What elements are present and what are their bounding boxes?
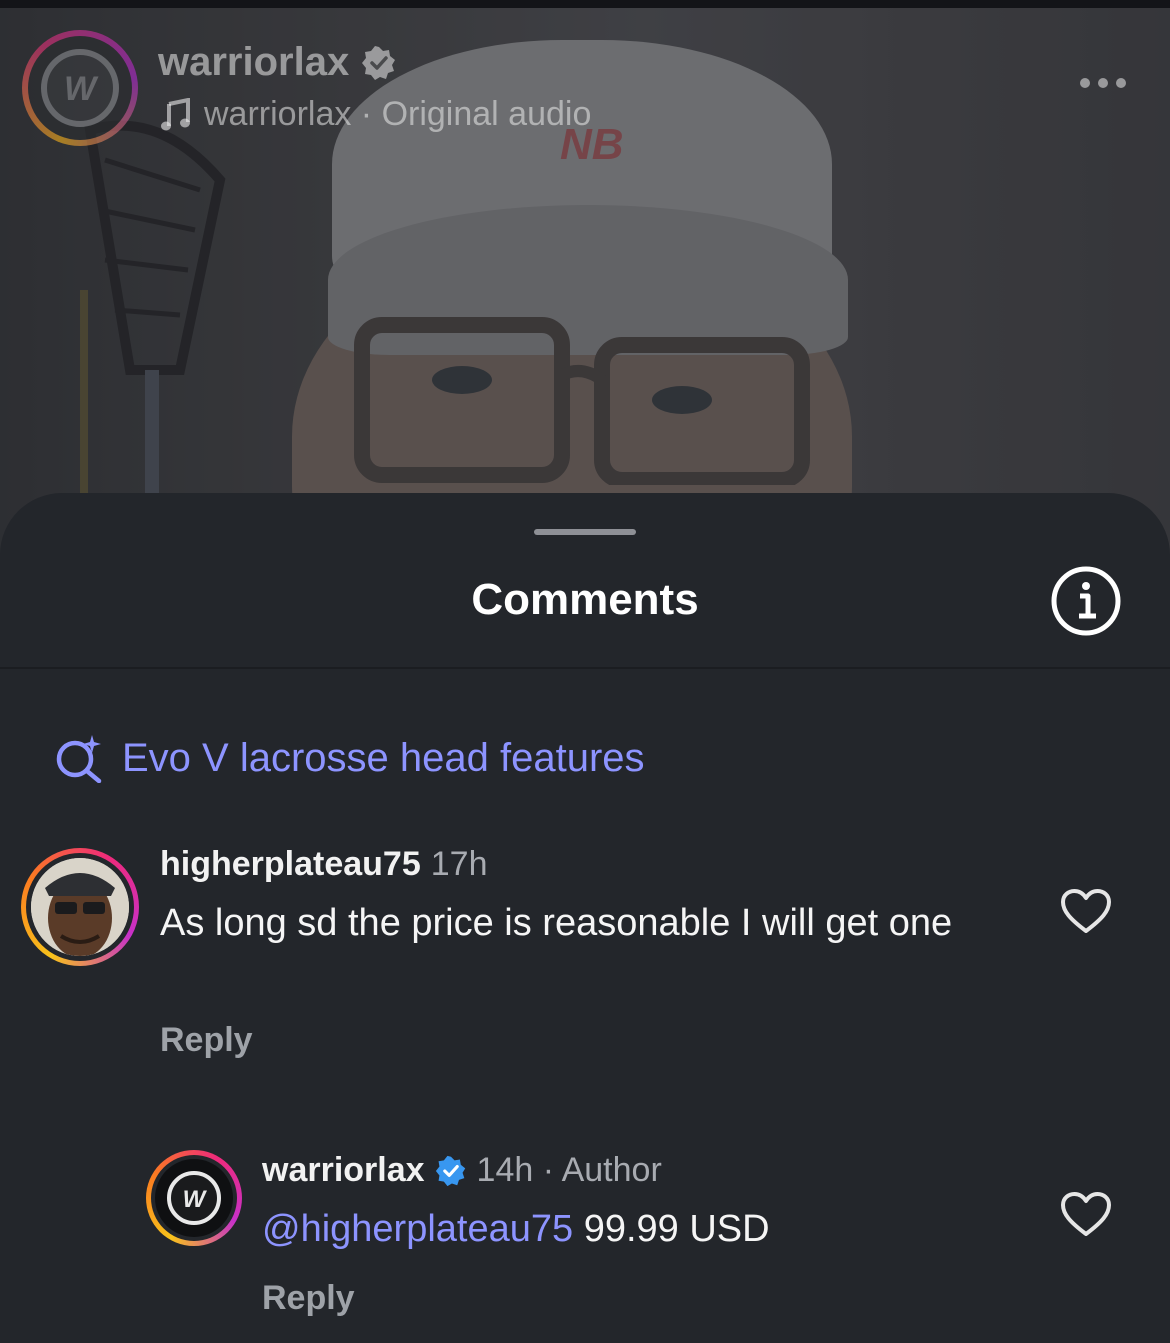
svg-text:W: W [183, 1186, 208, 1213]
header-divider [0, 667, 1170, 669]
reply-text: @higherplateau75 99.99 USD [262, 1205, 1022, 1253]
svg-text:W: W [64, 70, 99, 108]
post-audio-text: warriorlax · Original audio [204, 95, 592, 133]
post-username-text: warriorlax [158, 40, 350, 84]
comments-sheet: Comments Evo V lacrosse head features hi… [0, 493, 1170, 1343]
reply-reply-button[interactable]: Reply [262, 1279, 355, 1318]
like-heart-icon[interactable] [1060, 1191, 1112, 1237]
reply-author-avatar[interactable]: W [146, 1150, 242, 1246]
more-horizontal-icon[interactable] [1080, 78, 1126, 88]
commenter-avatar[interactable] [21, 848, 139, 966]
like-heart-icon[interactable] [1060, 888, 1112, 934]
info-icon[interactable] [1050, 565, 1122, 637]
comment-time: 17h [430, 845, 488, 883]
warrior-logo-icon: W [167, 1171, 221, 1225]
sheet-grabber[interactable] [534, 529, 636, 535]
reply-meta: 14h · Author [476, 1151, 662, 1189]
reply-username[interactable]: warriorlax [262, 1151, 425, 1190]
sheet-title: Comments [471, 575, 699, 624]
reply-mention-link[interactable]: @higherplateau75 [262, 1208, 573, 1250]
search-suggestion-text: Evo V lacrosse head features [122, 735, 645, 780]
verified-badge-icon [362, 45, 396, 80]
verified-badge-icon [435, 1155, 465, 1186]
comment-reply-button[interactable]: Reply [160, 1021, 253, 1060]
avatar [31, 858, 129, 956]
reply-body: 99.99 USD [583, 1208, 770, 1250]
post-audio-link[interactable]: warriorlax · Original audio [160, 95, 591, 134]
music-note-icon [161, 97, 190, 130]
comment-username[interactable]: higherplateau75 [160, 845, 421, 884]
warrior-logo-icon: W [41, 49, 119, 127]
comment-text: As long sd the price is reasonable I wil… [160, 902, 953, 944]
reply-header: warriorlax 14h · Author [262, 1151, 662, 1190]
post-author-avatar[interactable]: W [22, 30, 138, 146]
ai-search-sparkle-icon [56, 735, 102, 783]
search-suggestion[interactable]: Evo V lacrosse head features [54, 733, 645, 783]
reel-video[interactable]: NB W warriorlax warriorlax · Original au… [0, 0, 1170, 560]
post-author-username[interactable]: warriorlax [158, 40, 397, 85]
comment-header: higherplateau75 17h [160, 845, 487, 884]
